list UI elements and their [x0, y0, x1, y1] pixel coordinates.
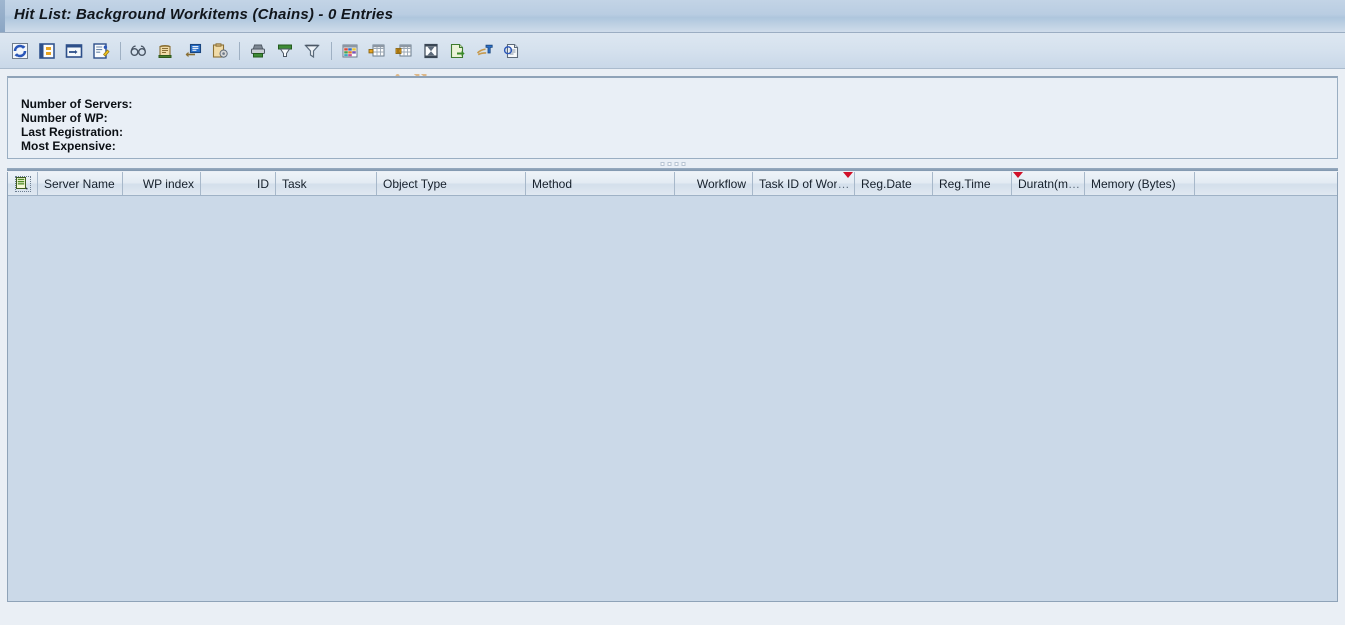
splitter-grip-dot	[674, 162, 678, 166]
splitter-grip[interactable]	[660, 162, 685, 166]
status-bar-area	[0, 602, 1345, 625]
save-layout-button[interactable]	[35, 39, 59, 63]
select-all-cell[interactable]	[8, 172, 38, 195]
title-bar: Hit List: Background Workitems (Chains) …	[0, 0, 1345, 33]
total-icon	[395, 44, 412, 57]
word-processing-button[interactable]	[473, 39, 497, 63]
splitter-grip-dot	[681, 162, 685, 166]
info-row-number-of-servers: Number of Servers:	[21, 97, 133, 111]
panel-splitter[interactable]	[7, 159, 1338, 171]
display-detail-button[interactable]	[181, 39, 205, 63]
word-processing-icon	[476, 44, 493, 56]
change-layout-icon	[93, 43, 110, 59]
grid-column-header[interactable]: Object Type	[377, 172, 526, 195]
change-layout-button[interactable]	[89, 39, 113, 63]
grid-column-label: Reg.Time	[939, 176, 991, 191]
print-icon	[251, 44, 265, 58]
grid-header-filler	[1195, 172, 1337, 195]
toolbar-separator	[120, 42, 121, 60]
grid-column-label: Reg.Date	[861, 176, 912, 191]
summary-info-lines: Number of Servers: Number of WP: Last Re…	[21, 97, 132, 153]
sort-indicator-icon	[1013, 172, 1023, 178]
info-row-last-registration: Last Registration:	[21, 125, 124, 139]
grid-column-header[interactable]: Method	[526, 172, 675, 195]
grid-column-label: WP index	[142, 176, 194, 191]
grid-column-header[interactable]: Duratn(m…	[1012, 172, 1085, 195]
grid-column-header[interactable]: WP index	[123, 172, 201, 195]
select-layout-button[interactable]	[62, 39, 86, 63]
grid-column-label: Server Name	[44, 176, 115, 191]
grid-column-header[interactable]: Server Name	[38, 172, 123, 195]
workload-icon	[158, 45, 172, 58]
find-glasses-icon	[130, 45, 146, 56]
grid-column-truncation-ellipsis: …	[1068, 176, 1081, 191]
grid-header-row: Server Name WP index ID Task Object Type Meth…	[8, 172, 1337, 196]
grid-column-header[interactable]: Reg.Time	[933, 172, 1012, 195]
total-button[interactable]	[392, 39, 416, 63]
settings-button[interactable]	[208, 39, 232, 63]
grid-column-header[interactable]: Memory (Bytes)	[1085, 172, 1195, 195]
grid-column-truncation-ellipsis: …	[837, 176, 850, 191]
summary-info-panel: Number of Servers: Number of WP: Last Re…	[7, 76, 1338, 159]
sort-ascending-icon	[424, 43, 438, 59]
save-variant-icon	[39, 43, 55, 59]
detail-icon	[185, 43, 202, 58]
set-filter-button[interactable]	[300, 39, 324, 63]
grid-column-header[interactable]: Reg.Date	[855, 172, 933, 195]
toolbar-separator	[239, 42, 240, 60]
toolbar-button-row	[8, 37, 527, 65]
grid-column-header[interactable]: Task	[276, 172, 377, 195]
export-local-file-icon	[450, 43, 465, 59]
grid-column-header[interactable]: Workflow	[675, 172, 753, 195]
alv-grid: Server Name WP index ID Task Object Type Meth…	[7, 172, 1338, 602]
info-row-most-expensive: Most Expensive:	[21, 139, 116, 153]
select-all-icon	[14, 175, 31, 192]
grid-column-label: Method	[532, 176, 573, 191]
filter-icon	[304, 44, 320, 59]
grid-column-label: Memory (Bytes)	[1091, 176, 1176, 191]
sap-window: Hit List: Background Workitems (Chains) …	[0, 0, 1345, 625]
settings-clipboard-icon	[212, 43, 228, 58]
sort-indicator-icon	[843, 172, 853, 178]
print-button[interactable]	[246, 39, 270, 63]
abap-list-button[interactable]	[500, 39, 524, 63]
local-file-button[interactable]	[446, 39, 470, 63]
splitter-grip-dot	[660, 162, 664, 166]
spreadsheet-icon	[342, 44, 358, 58]
grid-column-label: ID	[257, 176, 269, 191]
application-toolbar: www.tutorialkart.com	[0, 33, 1345, 99]
find-button[interactable]	[127, 39, 151, 63]
splitter-bar	[7, 168, 1338, 171]
grid-column-header[interactable]: ID	[201, 172, 276, 195]
select-layout-icon	[65, 44, 83, 58]
toolbar-separator	[331, 42, 332, 60]
title-accent-bar	[0, 0, 5, 32]
refresh-icon	[12, 43, 28, 59]
splitter-grip-dot	[667, 162, 671, 166]
sort-ascending-button[interactable]	[419, 39, 443, 63]
grid-column-label: Task ID of Wor	[759, 176, 838, 191]
spreadsheet-button[interactable]	[338, 39, 362, 63]
grid-column-label: Workflow	[696, 176, 746, 191]
grid-column-header[interactable]: Task ID of Wor…	[753, 172, 855, 195]
print-preview-icon	[278, 44, 292, 57]
grid-column-label: Task	[282, 176, 307, 191]
subtotal-icon	[368, 44, 385, 57]
workload-button[interactable]	[154, 39, 178, 63]
subtotals-button[interactable]	[365, 39, 389, 63]
refresh-button[interactable]	[8, 39, 32, 63]
info-row-number-of-wp: Number of WP:	[21, 111, 108, 125]
grid-column-label: Object Type	[383, 176, 447, 191]
print-preview-button[interactable]	[273, 39, 297, 63]
grid-body-empty	[8, 196, 1337, 600]
grid-column-label: Duratn(m	[1018, 176, 1069, 191]
abap-list-icon	[503, 43, 519, 59]
page-title: Hit List: Background Workitems (Chains) …	[14, 6, 394, 23]
